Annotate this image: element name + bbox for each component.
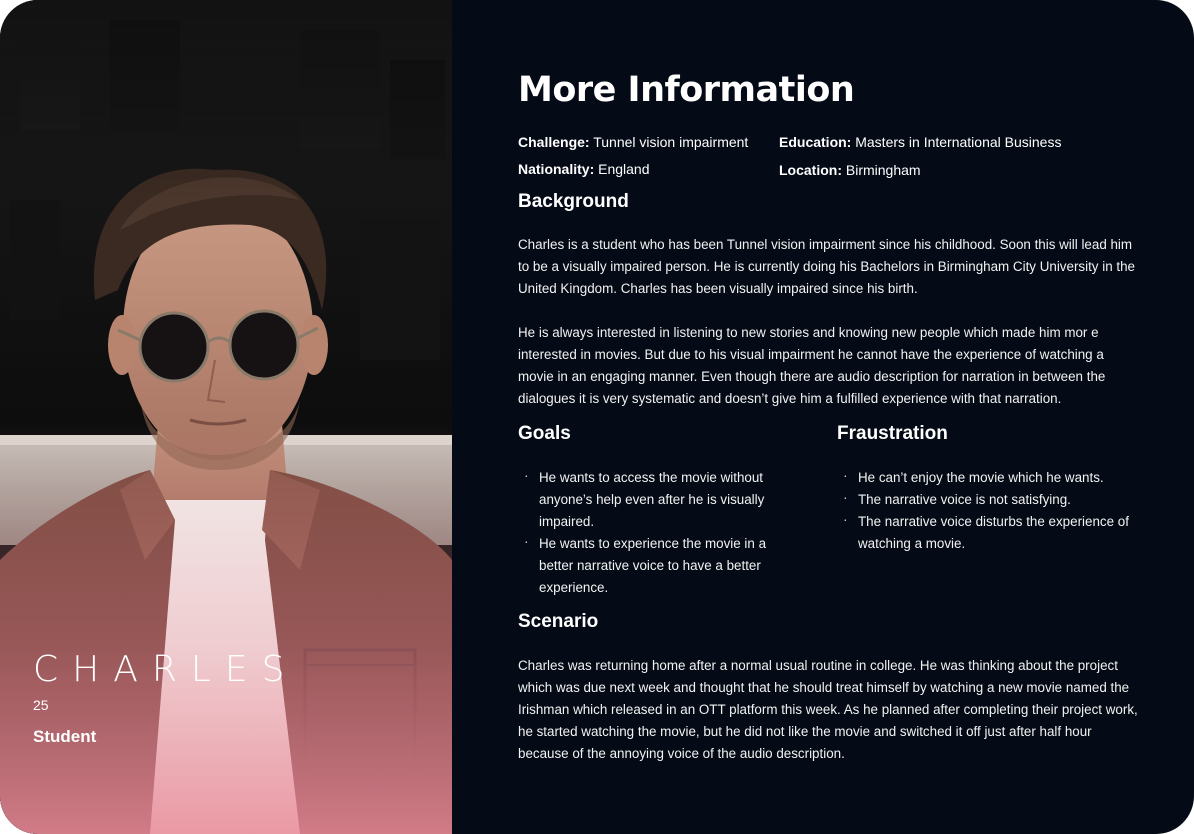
background-paragraph-2: He is always interested in listening to … [518,325,1106,406]
persona-photo: CHARLES 25 Student [0,0,452,834]
background-heading: Background [518,191,629,212]
fact-challenge-label: Challenge: [518,134,590,150]
fact-location-label: Location: [779,162,842,178]
persona-name: CHARLES [33,649,299,690]
persona-role: Student [33,727,97,746]
scenario-paragraph: Charles was returning home after a norma… [518,658,1138,761]
page-title: More Information [518,70,855,110]
fact-location: Location: Birmingham [779,162,921,178]
fact-education: Education: Masters in International Busi… [779,134,1061,150]
goal-item: He wants to experience the movie in a be… [518,530,788,599]
goals-list: He wants to access the movie without any… [518,464,788,599]
fact-education-label: Education: [779,134,852,150]
persona-card: CHARLES 25 Student More Information Chal… [0,0,1194,834]
background-paragraph-1: Charles is a student who has been Tunnel… [518,237,1135,296]
goals-heading: Goals [518,423,571,444]
frustration-list: He can’t enjoy the movie which he wants.… [837,464,1137,555]
fact-nationality-value: England [598,161,650,177]
fact-nationality-label: Nationality: [518,161,595,177]
frustration-item: He can’t enjoy the movie which he wants. [837,464,1137,489]
frustration-heading: Fraustration [837,423,948,444]
persona-age: 25 [33,697,49,713]
fact-location-value: Birmingham [845,162,921,178]
scenario-heading: Scenario [518,611,599,632]
fact-education-value: Masters in International Business [855,134,1062,150]
fact-challenge: Challenge: Tunnel vision impairment [518,134,748,150]
fact-nationality: Nationality: England [518,161,650,177]
frustration-item: The narrative voice is not satisfying. [837,486,1137,511]
goal-item: He wants to access the movie without any… [518,464,788,533]
fact-challenge-value: Tunnel vision impairment [593,134,749,150]
frustration-item: The narrative voice disturbs the experie… [837,508,1137,555]
persona-photo-illustration [0,0,452,834]
